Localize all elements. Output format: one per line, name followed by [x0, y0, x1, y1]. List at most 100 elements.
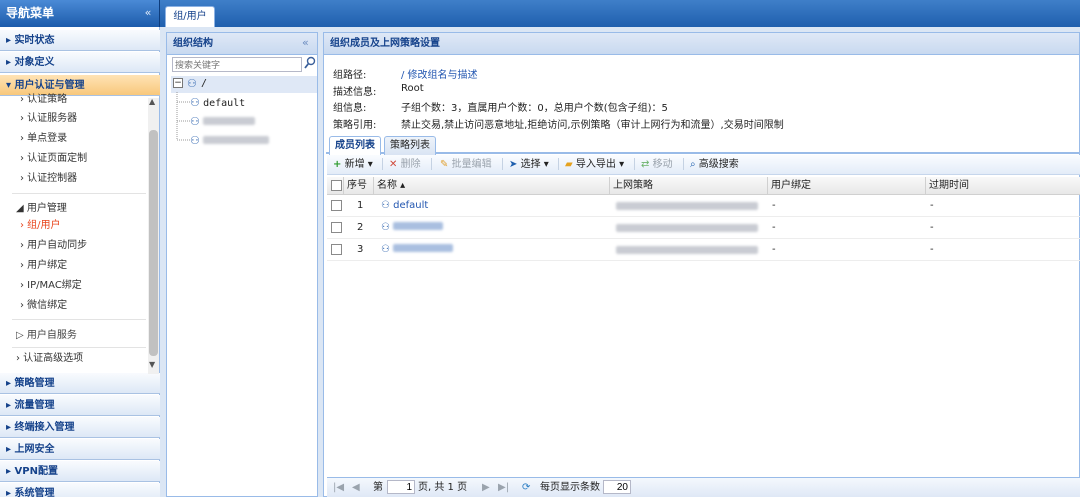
sidebar-collapse-icon[interactable]: «: [140, 6, 156, 20]
redacted-text: [203, 136, 270, 144]
sidebar-item-user-binding[interactable]: › 用户绑定: [20, 257, 67, 275]
group-info-label: 组信息:: [333, 103, 367, 114]
sidebar-item-auth-server[interactable]: › 认证服务器: [20, 110, 77, 128]
tab-members[interactable]: 成员列表: [329, 136, 381, 155]
sidebar-item-sso[interactable]: › 单点登录: [20, 130, 67, 148]
col-expiry[interactable]: 过期时间: [926, 177, 1080, 195]
delete-button[interactable]: ✕ 删除: [389, 158, 421, 171]
row-index: 2: [357, 222, 364, 233]
desc-value: Root: [401, 83, 424, 94]
redacted-text: [203, 117, 256, 125]
sidebar-item-groups-users[interactable]: › 组/用户: [20, 217, 61, 235]
group-icon: ⚇: [381, 200, 390, 211]
col-policy[interactable]: 上网策略: [610, 177, 768, 195]
sidebar-item-wechat-binding[interactable]: › 微信绑定: [20, 297, 67, 315]
tab-policies[interactable]: 策略列表: [384, 136, 436, 155]
org-collapse-icon[interactable]: «: [302, 36, 309, 49]
refresh-icon[interactable]: ⟳: [522, 481, 530, 494]
add-button[interactable]: + 新增 ▾: [333, 158, 373, 171]
row-index: 3: [357, 244, 364, 255]
last-page-icon[interactable]: ▶|: [498, 481, 509, 494]
row-binding: -: [772, 200, 776, 211]
row-binding: -: [772, 222, 776, 233]
tab-groups-users[interactable]: 组/用户: [165, 6, 215, 27]
org-search-input[interactable]: [172, 57, 302, 72]
row-expiry: -: [930, 244, 934, 255]
plus-icon: +: [333, 159, 342, 170]
section-policy-mgmt[interactable]: ▸ 策略管理: [0, 373, 160, 394]
row-policy: [616, 246, 758, 257]
row-name[interactable]: ⚇: [381, 222, 444, 233]
sidebar-item-self-service[interactable]: ▷ 用户自服务: [16, 327, 77, 345]
divider: [12, 347, 146, 348]
first-page-icon[interactable]: |◀: [333, 481, 344, 494]
section-object-definition[interactable]: ▸ 对象定义: [0, 52, 160, 73]
scroll-up-icon[interactable]: ▲: [149, 97, 155, 106]
row-name[interactable]: ⚇: [381, 244, 454, 255]
select-button[interactable]: ➤ 选择 ▾: [509, 158, 549, 171]
prev-page-icon[interactable]: ◀: [352, 481, 360, 494]
per-page-label: 每页显示条数: [540, 482, 600, 493]
select-all-checkbox[interactable]: [331, 180, 342, 191]
import-export-button[interactable]: ▰ 导入导出 ▾: [565, 158, 624, 171]
tree-node-label: default: [203, 98, 246, 109]
tree-node-root[interactable]: − ⚇ /: [171, 76, 317, 93]
section-terminal-access[interactable]: ▸ 终端接入管理: [0, 417, 160, 438]
tree-node-default[interactable]: ⚇ default: [190, 96, 245, 110]
section-internet-security[interactable]: ▸ 上网安全: [0, 439, 160, 460]
tree-node-blurred[interactable]: ⚇: [190, 134, 270, 148]
next-page-icon[interactable]: ▶: [482, 481, 490, 494]
batch-edit-button[interactable]: ✎ 批量编辑: [440, 158, 492, 171]
section-realtime-status[interactable]: ▸ 实时状态: [0, 30, 160, 51]
detail-panel-header: 组织成员及上网策略设置: [324, 33, 1079, 55]
tree-root-label: /: [201, 78, 208, 89]
sidebar-group-user-mgmt[interactable]: ◢ 用户管理: [16, 200, 67, 218]
magnifier-icon: ⌕: [690, 159, 696, 170]
section-system-mgmt[interactable]: ▸ 系统管理: [0, 483, 160, 497]
sidebar-item-advanced[interactable]: › 认证高级选项: [16, 350, 83, 368]
top-bar: [0, 0, 1080, 27]
row-policy: [616, 224, 758, 235]
sidebar-item-auth-page[interactable]: › 认证页面定制: [20, 150, 87, 168]
desc-label: 描述信息:: [333, 87, 377, 98]
row-policy: [616, 202, 758, 213]
col-name[interactable]: 名称 ▴: [374, 177, 610, 195]
page-input[interactable]: [387, 480, 415, 494]
row-checkbox[interactable]: [331, 200, 342, 211]
divider: [12, 319, 146, 320]
advanced-search-button[interactable]: ⌕ 高级搜索: [690, 158, 739, 171]
row-checkbox[interactable]: [331, 222, 342, 233]
pencil-icon: ✎: [440, 159, 449, 170]
row-expiry: -: [930, 200, 934, 211]
group-icon: ⚇: [381, 244, 390, 255]
move-icon: ⇄: [641, 159, 650, 170]
sidebar-title: 导航菜单: [0, 0, 160, 27]
col-binding[interactable]: 用户绑定: [768, 177, 926, 195]
per-page-input[interactable]: [603, 480, 631, 494]
group-info-value: 子组个数：3，直属用户个数：0，总用户个数(包含子组)：5: [401, 103, 668, 114]
sidebar-scrollbar-thumb[interactable]: [149, 130, 158, 356]
group-icon: ⚇: [190, 96, 200, 109]
sidebar-item-ip-mac-binding[interactable]: › IP/MAC绑定: [20, 277, 82, 295]
section-traffic-mgmt[interactable]: ▸ 流量管理: [0, 395, 160, 416]
row-checkbox[interactable]: [331, 244, 342, 255]
sub-tabs-bar: [326, 134, 1080, 154]
section-vpn[interactable]: ▸ VPN配置: [0, 461, 160, 482]
cursor-icon: ➤: [509, 159, 518, 170]
collapse-toggle-icon[interactable]: −: [173, 78, 183, 88]
scroll-down-icon[interactable]: ▼: [149, 360, 155, 369]
sidebar-item-auth-controller[interactable]: › 认证控制器: [20, 170, 77, 188]
search-icon[interactable]: [304, 56, 316, 70]
col-index[interactable]: 序号: [344, 177, 374, 195]
sidebar: ▸ 实时状态 ▸ 对象定义 ▾ 用户认证与管理 › 认证策略 › 认证服务器 ›…: [0, 27, 160, 497]
row-name[interactable]: ⚇ default: [381, 200, 428, 211]
delete-icon: ✕: [389, 159, 398, 170]
path-link[interactable]: / 修改组名与描述: [401, 66, 478, 81]
divider: [12, 193, 146, 194]
tree-node-blurred[interactable]: ⚇: [190, 115, 256, 129]
sidebar-item-user-sync[interactable]: › 用户自动同步: [20, 237, 87, 255]
page-suffix: 页, 共 1 页: [418, 482, 468, 493]
sidebar-item-auth-policy[interactable]: › 认证策略: [20, 91, 67, 109]
row-binding: -: [772, 244, 776, 255]
move-button[interactable]: ⇄ 移动: [641, 158, 673, 171]
